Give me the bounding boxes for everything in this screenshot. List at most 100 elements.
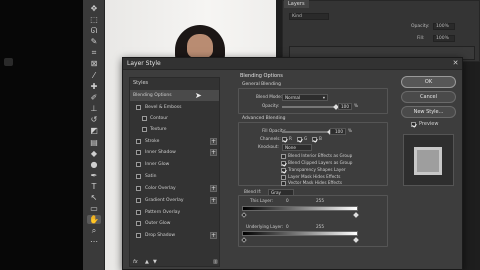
brush-tool-icon[interactable]: ✐ xyxy=(87,93,101,102)
clone-stamp-icon[interactable]: ⊥ xyxy=(87,104,101,113)
style-item-texture[interactable]: Texture xyxy=(130,124,219,135)
style-item-blending-options[interactable]: Blending Options xyxy=(130,90,219,101)
knockout-select[interactable]: None xyxy=(282,144,312,151)
checkbox[interactable] xyxy=(136,233,141,238)
this-layer-max: 255 xyxy=(316,198,324,203)
move-tool-icon[interactable]: ✥ xyxy=(87,4,101,13)
layers-tab[interactable]: Layers xyxy=(284,0,309,8)
layer-mask-hides-checkbox[interactable] xyxy=(281,175,286,180)
layer-filter-label: Kind xyxy=(292,14,302,19)
knockout-value: None xyxy=(285,145,296,150)
style-item-satin[interactable]: Satin xyxy=(130,171,219,182)
style-item-pattern-overlay[interactable]: Pattern Overlay xyxy=(130,207,219,218)
underlying-layer-gradient-slider[interactable] xyxy=(242,231,358,236)
style-item-outer-glow[interactable]: Outer Glow xyxy=(130,218,219,229)
checkbox[interactable] xyxy=(142,116,147,121)
dodge-tool-icon[interactable]: ● xyxy=(87,160,101,169)
fill-opacity-slider[interactable] xyxy=(282,131,330,133)
marquee-tool-icon[interactable]: ⬚ xyxy=(87,15,101,24)
style-item-label: Contour xyxy=(150,116,168,121)
checkbox[interactable] xyxy=(136,210,141,215)
transparency-shapes-checkbox[interactable] xyxy=(281,168,286,173)
preview-checkbox[interactable] xyxy=(411,122,416,127)
eraser-tool-icon[interactable]: ◩ xyxy=(87,126,101,135)
history-brush-icon[interactable]: ↺ xyxy=(87,115,101,124)
style-item-label: Stroke xyxy=(145,139,160,144)
pen-tool-icon[interactable]: ✒ xyxy=(87,171,101,180)
channel-b-label: B xyxy=(319,136,322,141)
fill-opacity-field[interactable]: 100 xyxy=(330,128,346,135)
tools-panel: ✥ ⬚ ᘏ ✎ ⌗ ⊠ ⁄ ✚ ✐ ⊥ ↺ ◩ ▤ ◆ ● ✒ T ↖ ▭ ✋ … xyxy=(83,0,184,270)
add-inner-shadow-icon[interactable]: + xyxy=(210,149,217,156)
blend-clipped-checkbox[interactable] xyxy=(281,161,286,166)
add-color-overlay-icon[interactable]: + xyxy=(210,185,217,192)
channel-g-checkbox[interactable] xyxy=(297,137,302,142)
crop-tool-icon[interactable]: ⌗ xyxy=(87,48,101,57)
blur-tool-icon[interactable]: ◆ xyxy=(87,149,101,158)
this-layer-gradient-slider[interactable] xyxy=(242,206,358,211)
channel-b-checkbox[interactable] xyxy=(312,137,317,142)
checkbox[interactable] xyxy=(136,221,141,226)
checkbox[interactable] xyxy=(136,139,141,144)
checkbox[interactable] xyxy=(136,105,141,110)
shape-tool-icon[interactable]: ▭ xyxy=(87,204,101,213)
style-item-inner-glow[interactable]: Inner Glow xyxy=(130,159,219,170)
checkbox[interactable] xyxy=(136,198,141,203)
layers-opacity-value: 100% xyxy=(436,24,449,29)
gradient-tool-icon[interactable]: ▤ xyxy=(87,138,101,147)
layers-opacity-field[interactable]: 100% xyxy=(433,23,455,30)
underlying-layer-label: Underlying Layer: xyxy=(246,224,284,229)
opacity-slider[interactable] xyxy=(282,106,336,108)
style-item-contour[interactable]: Contour xyxy=(130,113,219,124)
more-tools-icon[interactable]: ⋯ xyxy=(87,237,101,246)
style-item-gradient-overlay[interactable]: Gradient Overlay + xyxy=(130,195,219,206)
general-blending-group xyxy=(238,88,388,114)
quick-select-tool-icon[interactable]: ✎ xyxy=(87,37,101,46)
eyedropper-tool-icon[interactable]: ⁄ xyxy=(87,71,101,80)
type-tool-icon[interactable]: T xyxy=(87,182,101,191)
channel-r-checkbox[interactable] xyxy=(282,137,287,142)
dialog-title-bar[interactable]: Layer Style ✕ xyxy=(123,58,462,70)
path-select-icon[interactable]: ↖ xyxy=(87,193,101,202)
style-preview-thumbnail xyxy=(414,147,442,175)
underlying-layer-min: 0 xyxy=(286,224,289,229)
ok-button[interactable]: OK xyxy=(401,76,456,88)
style-item-label: Blending Options xyxy=(133,93,172,98)
layers-fill-field[interactable]: 100% xyxy=(433,35,455,42)
checkbox[interactable] xyxy=(136,186,141,191)
blend-mode-select[interactable]: Normal ▾ xyxy=(282,94,328,101)
lasso-tool-icon[interactable]: ᘏ xyxy=(87,26,101,35)
style-item-color-overlay[interactable]: Color Overlay + xyxy=(130,183,219,194)
cancel-button[interactable]: Cancel xyxy=(401,91,456,103)
move-up-icon[interactable]: ▲ xyxy=(145,257,149,267)
move-down-icon[interactable]: ▼ xyxy=(153,257,157,267)
healing-brush-icon[interactable]: ✚ xyxy=(87,82,101,91)
checkbox[interactable] xyxy=(136,174,141,179)
checkbox[interactable] xyxy=(136,162,141,167)
left-black-strip xyxy=(0,0,83,270)
mouse-cursor-icon: ➤ xyxy=(195,91,202,100)
add-gradient-overlay-icon[interactable]: + xyxy=(210,197,217,204)
layer-filter-select[interactable]: Kind xyxy=(289,13,329,20)
style-item-drop-shadow[interactable]: Drop Shadow + xyxy=(130,230,219,241)
style-item-inner-shadow[interactable]: Inner Shadow + xyxy=(130,147,219,158)
hand-tool-icon[interactable]: ✋ xyxy=(87,215,101,224)
blend-interior-checkbox[interactable] xyxy=(281,154,286,159)
new-style-button[interactable]: New Style... xyxy=(401,106,456,118)
checkbox[interactable] xyxy=(136,150,141,155)
fx-label[interactable]: fx xyxy=(133,257,138,267)
close-icon[interactable]: ✕ xyxy=(451,59,460,68)
add-stroke-icon[interactable]: + xyxy=(210,138,217,145)
checkbox[interactable] xyxy=(142,127,147,132)
channel-r-label: R xyxy=(289,136,292,141)
frame-tool-icon[interactable]: ⊠ xyxy=(87,59,101,68)
opacity-field[interactable]: 100 xyxy=(338,103,352,110)
style-item-stroke[interactable]: Stroke + xyxy=(130,136,219,147)
style-item-bevel-emboss[interactable]: Bevel & Emboss xyxy=(130,102,219,113)
vector-mask-hides-checkbox[interactable] xyxy=(281,181,286,186)
zoom-tool-icon[interactable]: ⌕ xyxy=(87,226,101,235)
trash-icon[interactable]: ▥ xyxy=(213,257,218,267)
underlying-layer-max: 255 xyxy=(316,224,324,229)
add-drop-shadow-icon[interactable]: + xyxy=(210,232,217,239)
styles-header[interactable]: Styles xyxy=(133,80,148,87)
